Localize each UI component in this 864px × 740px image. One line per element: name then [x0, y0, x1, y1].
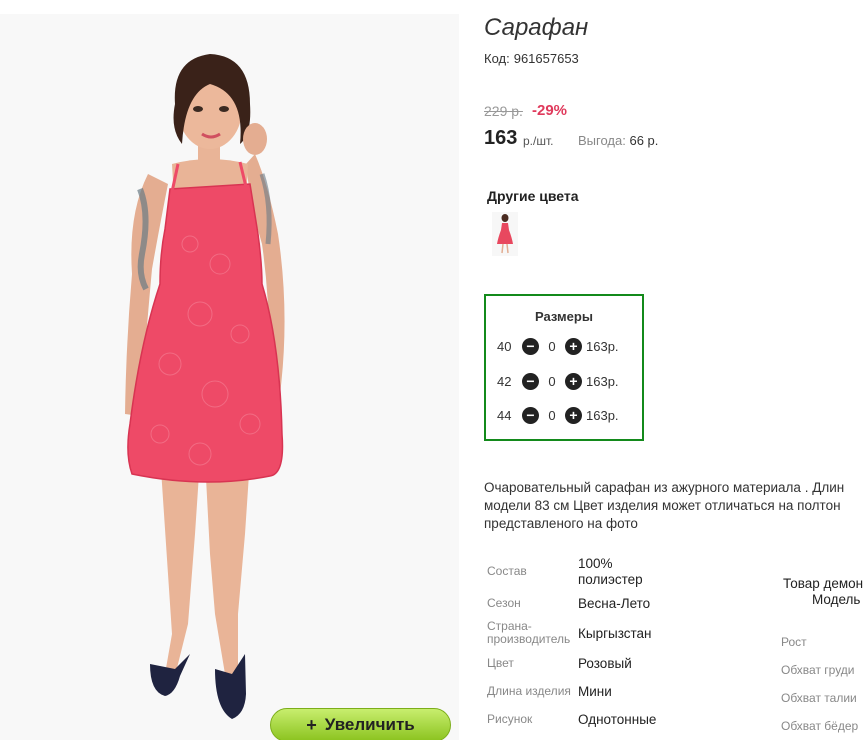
attr-label-color: Цвет: [487, 656, 514, 670]
product-code-label: Код:: [484, 51, 510, 66]
other-colors-title: Другие цвета: [487, 188, 579, 204]
product-code: Код: 961657653: [484, 51, 579, 66]
model-param-waist: Обхват талии: [781, 691, 857, 705]
product-code-value: 961657653: [513, 51, 579, 66]
attr-value-length: Мини: [578, 684, 612, 699]
model-params-title: Товар демон: [783, 576, 864, 591]
attr-label-pattern: Рисунок: [487, 712, 533, 726]
size-row: 40 − 0 + 163р.: [497, 336, 619, 356]
old-price: 229 р.: [484, 103, 523, 119]
quantity-value: 0: [548, 407, 556, 423]
description-line: Очаровательный сарафан из ажурного матер…: [484, 480, 845, 495]
minus-icon[interactable]: −: [522, 406, 539, 424]
model-param-hips: Обхват бёдер: [781, 719, 859, 733]
attr-label-composition: Состав: [487, 564, 527, 578]
plus-icon[interactable]: +: [565, 406, 582, 424]
attr-label-length: Длина изделия: [487, 684, 571, 698]
attr-label-country: Страна- производитель: [487, 620, 570, 646]
product-photo[interactable]: [0, 14, 459, 740]
attr-value-country: Кыргызстан: [578, 626, 652, 641]
plus-icon[interactable]: +: [565, 337, 582, 355]
attr-label-season: Сезон: [487, 596, 521, 610]
benefit-label: Выгода:: [578, 133, 626, 148]
zoom-button[interactable]: + Увеличить: [270, 708, 451, 740]
model-photo-illustration: [125, 54, 285, 719]
attr-value-line: 100%: [578, 556, 613, 571]
product-title: Сарафан: [484, 14, 589, 41]
attr-value-composition: 100% полиэстер: [578, 556, 643, 588]
size-price: 163р.: [586, 373, 619, 389]
plus-icon: +: [306, 714, 317, 735]
sizes-panel: Размеры 40 − 0 + 163р. 42 − 0 + 163р. 44…: [484, 294, 644, 441]
attr-value-line: полиэстер: [578, 572, 643, 587]
quantity-value: 0: [548, 373, 556, 389]
price-unit: р./шт.: [523, 134, 554, 148]
plus-icon[interactable]: +: [565, 372, 582, 390]
size-value: 40: [497, 338, 512, 354]
size-row: 42 − 0 + 163р.: [497, 371, 619, 391]
model-param-height: Рост: [781, 635, 807, 649]
benefit-value: 66 р.: [629, 133, 659, 148]
size-value: 44: [497, 407, 512, 423]
benefit: Выгода: 66 р.: [578, 133, 658, 148]
size-value: 42: [497, 373, 512, 389]
minus-icon[interactable]: −: [522, 372, 539, 390]
description-line: представленого на фото: [484, 516, 638, 531]
zoom-label: Увеличить: [324, 715, 415, 734]
size-row: 44 − 0 + 163р.: [497, 405, 619, 425]
minus-icon[interactable]: −: [522, 337, 539, 355]
discount-badge: -29%: [532, 102, 568, 119]
product-description: Очаровательный сарафан из ажурного матер…: [484, 479, 864, 533]
attr-value-season: Весна-Лето: [578, 596, 651, 611]
current-price: 163: [484, 127, 518, 149]
description-line: модели 83 см Цвет изделия может отличать…: [484, 498, 841, 513]
model-params-subtitle: Модель: [812, 592, 861, 607]
attr-value-color: Розовый: [578, 656, 632, 671]
sizes-title: Размеры: [535, 309, 593, 324]
model-param-chest: Обхват груди: [781, 663, 855, 677]
attr-label-line: производитель: [487, 632, 571, 646]
quantity-value: 0: [548, 338, 556, 354]
color-variant-thumbnail[interactable]: [492, 212, 518, 256]
size-price: 163р.: [586, 338, 619, 354]
attr-value-pattern: Однотонные: [578, 712, 657, 727]
size-price: 163р.: [586, 407, 619, 423]
